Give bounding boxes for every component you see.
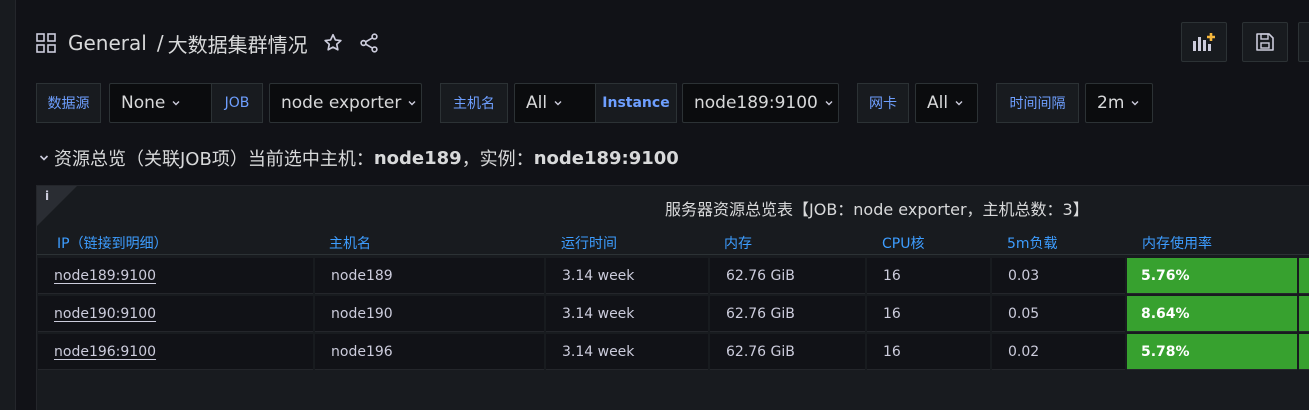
- var-value-interval: 2m: [1097, 93, 1125, 113]
- save-dashboard-button[interactable]: [1242, 22, 1288, 62]
- cell-uptime: 3.14 week: [546, 296, 708, 332]
- table-row: node190:9100 node190 3.14 week 62.76 GiB…: [37, 296, 1309, 334]
- chevron-down-icon: [1131, 101, 1139, 106]
- cell-mem-usage: 8.64%: [1127, 296, 1297, 332]
- chevron-down-icon: [955, 101, 963, 106]
- cell-hostname: node190: [315, 296, 544, 332]
- breadcrumb-folder[interactable]: General: [68, 31, 147, 55]
- row-title-prefix: 资源总览（关联JOB项）当前选中主机：: [54, 149, 374, 170]
- chevron-down-icon: [172, 101, 180, 106]
- dashboard-header: General / 大数据集群情况: [36, 22, 380, 64]
- cell-uptime: 3.14 week: [546, 334, 708, 370]
- var-value-nic: All: [927, 93, 949, 113]
- var-label-nic: 网卡: [857, 83, 909, 123]
- ip-link[interactable]: node196:9100: [54, 344, 156, 360]
- save-icon: [1256, 33, 1274, 51]
- cell-hostname: node196: [315, 334, 544, 370]
- add-panel-icon: [1193, 33, 1215, 51]
- ip-link[interactable]: node190:9100: [54, 306, 156, 322]
- column-header-ip[interactable]: IP（链接到明细）: [57, 233, 168, 253]
- chevron-down-icon: [825, 101, 833, 106]
- cell-load5m: 0.03: [992, 258, 1125, 294]
- chevron-down-icon: [554, 101, 562, 106]
- row-title-host: node189: [373, 147, 462, 169]
- server-overview-table-panel: i 服务器资源总览表【JOB：node exporter，主机总数：3】 IP（…: [36, 185, 1309, 410]
- cell-next-gauge: [1299, 258, 1309, 294]
- panel-info-corner[interactable]: [37, 186, 77, 226]
- row-title-mid: ，实例：: [461, 149, 534, 170]
- side-menu-rail: [0, 0, 16, 410]
- cell-ip[interactable]: node189:9100: [38, 258, 313, 294]
- column-header-cpu-cores[interactable]: CPU核: [882, 233, 924, 253]
- cell-cpu-cores: 16: [867, 258, 990, 294]
- cell-memory: 62.76 GiB: [710, 258, 865, 294]
- cell-next-gauge: [1299, 334, 1309, 370]
- cell-hostname: node189: [315, 258, 544, 294]
- table-row: node196:9100 node196 3.14 week 62.76 GiB…: [37, 334, 1309, 372]
- var-label-interval: 时间间隔: [996, 83, 1079, 123]
- row-title-instance: node189:9100: [533, 147, 679, 169]
- var-label-job: JOB: [211, 83, 263, 123]
- cell-mem-usage: 5.76%: [1127, 258, 1297, 294]
- cell-load5m: 0.05: [992, 296, 1125, 332]
- dashboards-grid-icon[interactable]: [36, 33, 56, 53]
- cell-cpu-cores: 16: [867, 296, 990, 332]
- add-panel-button[interactable]: [1181, 22, 1227, 62]
- cell-uptime: 3.14 week: [546, 258, 708, 294]
- var-label-hostname: 主机名: [440, 83, 508, 123]
- cell-load5m: 0.02: [992, 334, 1125, 370]
- var-select-instance[interactable]: node189:9100: [682, 83, 839, 123]
- chevron-down-icon: [408, 101, 416, 106]
- chevron-down-icon: [39, 155, 49, 161]
- var-select-job[interactable]: node exporter: [269, 83, 422, 123]
- var-label-instance: Instance: [595, 83, 677, 123]
- var-select-nic[interactable]: All: [915, 83, 978, 123]
- column-header-mem-usage[interactable]: 内存使用率: [1142, 233, 1212, 253]
- var-value-datasource: None: [121, 93, 166, 113]
- column-header-memory[interactable]: 内存: [724, 233, 752, 253]
- star-icon[interactable]: [322, 32, 344, 54]
- cell-mem-usage: 5.78%: [1127, 334, 1297, 370]
- page-title[interactable]: 大数据集群情况: [168, 29, 308, 58]
- share-icon[interactable]: [358, 32, 380, 54]
- ip-link[interactable]: node189:9100: [54, 268, 156, 284]
- column-header-load5m[interactable]: 5m负载: [1007, 233, 1058, 253]
- cell-ip[interactable]: node196:9100: [38, 334, 313, 370]
- var-value-job: node exporter: [281, 93, 402, 113]
- var-label-datasource: 数据源: [36, 83, 101, 123]
- column-header-uptime[interactable]: 运行时间: [561, 233, 617, 253]
- table-row: node189:9100 node189 3.14 week 62.76 GiB…: [37, 258, 1309, 296]
- table-header: IP（链接到明细） 主机名 运行时间 内存 CPU核 5m负载 内存使用率: [37, 229, 1309, 255]
- info-icon[interactable]: i: [45, 189, 49, 203]
- cell-memory: 62.76 GiB: [710, 296, 865, 332]
- row-header-resource-overview[interactable]: 资源总览（关联JOB项）当前选中主机： node189 ，实例： node189…: [38, 146, 679, 170]
- column-header-hostname[interactable]: 主机名: [329, 233, 371, 253]
- cell-ip[interactable]: node190:9100: [38, 296, 313, 332]
- cell-memory: 62.76 GiB: [710, 334, 865, 370]
- cell-cpu-cores: 16: [867, 334, 990, 370]
- panel-title[interactable]: 服务器资源总览表【JOB：node exporter，主机总数：3】: [665, 196, 1089, 220]
- var-value-instance: node189:9100: [694, 93, 818, 113]
- var-select-interval[interactable]: 2m: [1085, 83, 1153, 123]
- cell-next-gauge: [1299, 296, 1309, 332]
- var-value-hostname: All: [526, 93, 548, 113]
- dashboard-settings-button[interactable]: [1298, 22, 1309, 62]
- breadcrumb-separator: /: [156, 31, 164, 55]
